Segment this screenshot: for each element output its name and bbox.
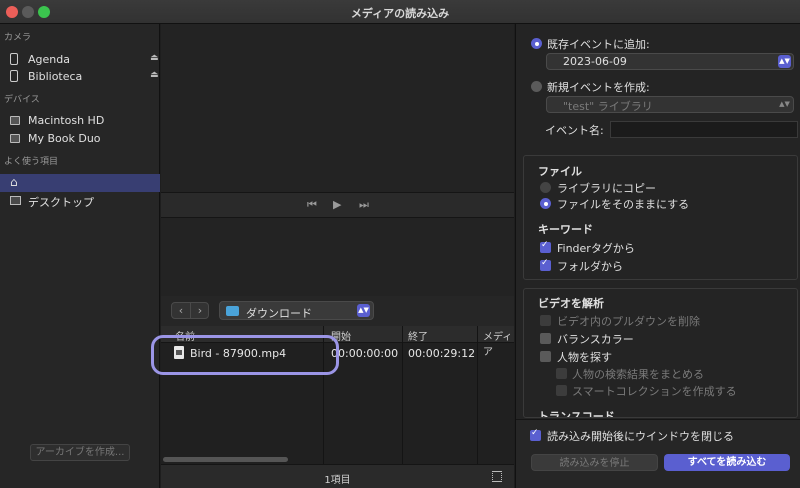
find-people-label: 人物を探す [557,351,612,364]
folder-icon [226,306,239,316]
smart-collections-label: スマートコレクションを作成する [572,385,737,398]
existing-event-popup[interactable]: 2023-06-09 ▲▼ [546,53,794,70]
existing-event-value: 2023-06-09 [563,55,627,68]
highlight-annotation [151,335,339,375]
remove-pulldown-label: ビデオ内のプルダウンを削除 [557,315,700,328]
new-event-label: 新規イベントを作成: [547,81,650,94]
folder-label: ダウンロード [246,307,312,320]
filmstrip-area [161,218,514,296]
hard-drive-icon [10,116,20,125]
iphone-icon [10,53,18,65]
eject-icon[interactable]: ⏏ [150,70,159,80]
title-bar: メディアの読み込み [0,0,800,24]
sidebar: カメラ Agenda ⏏ Biblioteca ⏏ デバイス Macintosh… [0,24,160,488]
keywords-header: キーワード [538,223,593,236]
chevron-updown-icon: ▲▼ [778,55,791,68]
favorites-section-header: よく使う項目 [4,157,59,167]
stop-import-button[interactable]: 読み込みを停止 [531,454,658,471]
files-header: ファイル [538,165,582,178]
browser-status-bar: 1項目 [161,464,514,488]
previous-icon[interactable]: ⏮ [307,198,317,212]
column-end[interactable]: 終了 [408,328,428,343]
event-name-label: イベント名: [545,124,604,137]
library-value: "test" ライブラリ [563,100,653,113]
file-end: 00:00:29:12 [408,347,476,360]
leave-in-place-label: ファイルをそのままにする [557,198,690,211]
sidebar-item-macintosh-hd[interactable]: Macintosh HD [0,111,160,129]
sidebar-item-label: Agenda [28,53,70,66]
chevron-updown-icon: ▲▼ [357,304,370,317]
balance-color-label: バランスカラー [557,333,634,346]
camera-section-header: カメラ [4,33,32,43]
import-all-button[interactable]: すべてを読み込む [664,454,790,471]
next-icon[interactable]: ⏭ [359,198,369,212]
browser-nav-bar: ‹ › ダウンロード ▲▼ [161,296,514,326]
create-archive-button[interactable]: アーカイブを作成... [30,444,130,461]
iphone-icon [10,70,18,82]
transport-bar: ⏮ ▶ ⏭ [161,192,514,218]
balance-color-checkbox[interactable] [540,333,551,344]
copy-to-library-radio[interactable] [540,182,551,193]
home-icon: ⌂ [10,175,18,189]
import-options-panel: 既存イベントに追加: 2023-06-09 ▲▼ 新規イベントを作成: "tes… [515,24,800,488]
event-name-input[interactable] [610,121,798,138]
finder-tags-label: Finderタグから [557,242,635,255]
add-existing-radio[interactable] [531,38,542,49]
play-icon[interactable]: ▶ [333,198,341,211]
from-folders-label: フォルダから [557,260,623,273]
sidebar-item-label: Macintosh HD [28,114,105,127]
devices-section-header: デバイス [4,95,40,105]
close-after-import-label: 読み込み開始後にウインドウを閉じる [547,430,734,443]
back-forward-control: ‹ › [171,302,209,319]
add-existing-label: 既存イベントに追加: [547,38,650,51]
consolidate-people-checkbox[interactable] [556,368,567,379]
video-preview [161,24,514,192]
sidebar-item-label: My Book Duo [28,132,101,145]
folder-popup[interactable]: ダウンロード ▲▼ [219,301,374,320]
transcode-header-clip: トランスコード [524,404,797,417]
leave-in-place-radio[interactable] [540,198,551,209]
library-popup[interactable]: "test" ライブラリ ▲▼ [546,96,794,113]
sidebar-item-biblioteca[interactable]: Biblioteca ⏏ [0,67,160,85]
sidebar-item-home[interactable]: ⌂ [0,174,160,192]
smart-collections-checkbox[interactable] [556,385,567,396]
sidebar-item-my-book-duo[interactable]: My Book Duo [0,129,160,147]
filmstrip-icon[interactable] [492,471,502,482]
analyze-header: ビデオを解析 [538,297,604,310]
hard-drive-icon [10,134,20,143]
finder-tags-checkbox[interactable] [540,240,551,253]
horizontal-scrollbar[interactable] [163,457,288,462]
back-icon[interactable]: ‹ [172,304,190,317]
eject-icon[interactable]: ⏏ [150,53,159,63]
file-start: 00:00:00:00 [331,347,399,360]
copy-to-library-label: ライブラリにコピー [557,182,656,195]
transcode-header: トランスコード [538,410,615,417]
remove-pulldown-checkbox[interactable] [540,315,551,326]
find-people-checkbox[interactable] [540,351,551,362]
window-title: メディアの読み込み [350,7,450,20]
item-count: 1項目 [324,475,351,486]
sidebar-item-label: デスクトップ [28,196,94,209]
forward-icon[interactable]: › [191,304,209,317]
consolidate-people-label: 人物の検索結果をまとめる [572,368,704,381]
from-folders-checkbox[interactable] [540,258,551,271]
close-after-import-checkbox[interactable] [530,428,541,441]
desktop-icon [10,196,21,205]
chevron-updown-icon: ▲▼ [779,100,790,108]
sidebar-item-label: Biblioteca [28,70,83,83]
sidebar-item-desktop[interactable]: デスクトップ [0,191,160,209]
sidebar-item-agenda[interactable]: Agenda ⏏ [0,50,160,68]
new-event-radio[interactable] [531,81,542,92]
